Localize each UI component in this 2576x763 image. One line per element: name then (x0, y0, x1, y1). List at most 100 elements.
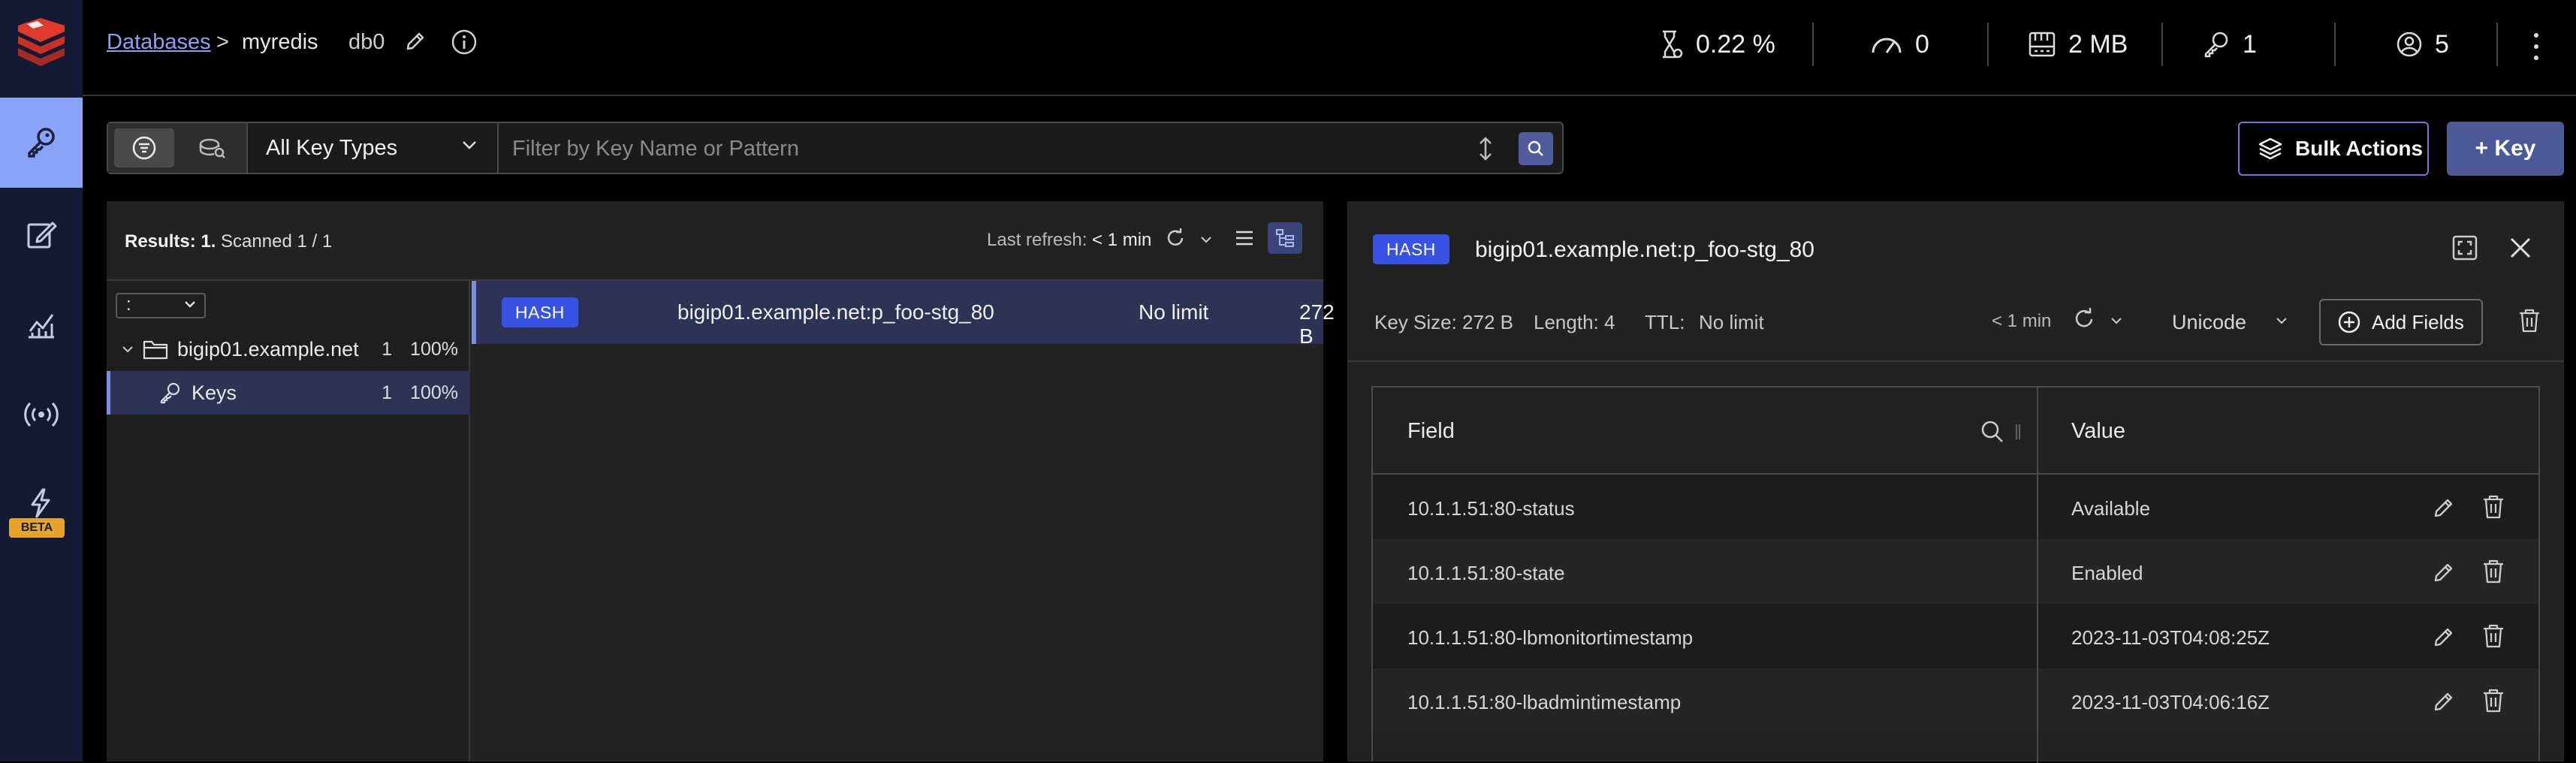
search-button[interactable] (1519, 132, 1553, 165)
redis-logo-icon (18, 18, 65, 66)
tree-folder-percent: 100% (410, 338, 458, 360)
hash-fields-table: Field Value 10.1.1.51:80-status Availabl… (1371, 386, 2540, 763)
key-list-row[interactable]: HASH bigip01.example.net:p_foo-stg_80 No… (472, 281, 1335, 348)
auto-refresh-chevron-icon[interactable] (1200, 236, 1212, 243)
filter-mode-button[interactable] (114, 128, 174, 167)
close-icon[interactable] (2508, 236, 2532, 260)
info-icon[interactable] (451, 29, 478, 56)
list-view-button[interactable] (1229, 222, 1260, 254)
tree-folder-count: 1 (382, 338, 392, 360)
detail-key-name[interactable]: bigip01.example.net:p_foo-stg_80 (1475, 237, 1814, 263)
nav-analytics[interactable] (0, 279, 83, 369)
last-refresh-value: < 1 min (1092, 230, 1152, 250)
gauge-icon (1872, 38, 1902, 53)
pubsub-icon (24, 402, 59, 427)
last-refresh-label: Last refresh: (987, 230, 1087, 250)
field-cell: 10.1.1.51:80-lbadmintimestamp (1407, 691, 1682, 713)
fullscreen-icon[interactable] (2451, 234, 2478, 261)
key-type-badge: HASH (502, 297, 578, 327)
edit-db-index-icon[interactable] (404, 30, 427, 53)
stat-cpu: 0.22 % (1658, 26, 1775, 63)
search-mode-button[interactable] (182, 128, 242, 167)
bulk-actions-button[interactable]: Bulk Actions (2238, 122, 2429, 176)
chevron-down-icon[interactable] (2276, 317, 2288, 324)
table-row[interactable]: 10.1.1.51:80-lbmonitortimestamp 2023-11-… (1373, 604, 2538, 668)
nav-pubsub[interactable] (0, 369, 83, 460)
delete-key-icon[interactable] (2517, 308, 2541, 333)
user-circle-icon (2397, 32, 2422, 57)
table-row[interactable]: 10.1.1.51:80-lbadmintimestamp 2023-11-03… (1373, 668, 2538, 733)
memory-icon (2029, 32, 2056, 57)
list-view-icon (1236, 231, 1253, 246)
edit-icon[interactable] (2432, 560, 2456, 584)
search-icon[interactable] (1980, 419, 2005, 445)
table-row[interactable]: 10.1.1.51:80-state Enabled (1373, 539, 2538, 604)
delete-icon[interactable] (2481, 623, 2505, 649)
folder-icon (143, 339, 168, 360)
value-cell: Available (2071, 497, 2151, 520)
sort-arrows-icon[interactable] (1477, 135, 1495, 162)
table-header: Field Value (1373, 388, 2538, 475)
key-ttl: No limit (1139, 300, 1209, 324)
ttl-value[interactable]: No limit (1699, 311, 1764, 334)
redis-logo[interactable] (0, 0, 83, 84)
kebab-menu-icon[interactable] (2532, 32, 2540, 62)
tree-keys-row[interactable]: Keys 1 100% (107, 371, 470, 415)
auto-refresh-chevron-icon[interactable] (2110, 317, 2122, 324)
beta-badge: BETA (9, 518, 65, 538)
value-column-header: Value (2071, 419, 2126, 443)
edit-icon[interactable] (2432, 689, 2456, 713)
key-detail-panel: HASH bigip01.example.net:p_foo-stg_80 Ke… (1347, 201, 2564, 763)
top-bar: Databases > myredis db0 0.22 % 0 2 MB 1 … (83, 0, 2576, 96)
stat-cpu-value: 0.22 % (1696, 29, 1775, 59)
tree-keys-percent: 100% (410, 382, 458, 403)
key-icon (28, 128, 55, 158)
key-icon (2204, 32, 2228, 58)
stat-memory: 2 MB (2028, 26, 2128, 63)
refresh-icon[interactable] (1164, 227, 1187, 249)
tree-view-button[interactable] (1268, 222, 1302, 254)
analytics-icon (29, 314, 54, 339)
tree-keys-label: Keys (192, 381, 237, 404)
delimiter-select[interactable]: : (116, 293, 206, 318)
ttl-label: TTL: (1645, 311, 1685, 333)
field-cell: 10.1.1.51:80-state (1407, 562, 1565, 584)
filter-bar: All Key Types (107, 122, 1564, 174)
key-type-value: All Key Types (266, 135, 398, 160)
key-name: bigip01.example.net:p_foo-stg_80 (677, 300, 994, 324)
nav-workbench[interactable] (0, 189, 83, 279)
key-tree: : bigip01.example.net 1 100% Keys 1 100% (107, 281, 470, 761)
add-fields-button[interactable]: Add Fields (2319, 299, 2483, 345)
refresh-icon[interactable] (2071, 306, 2097, 332)
chevron-down-icon (183, 300, 197, 309)
edit-icon[interactable] (2432, 496, 2456, 520)
stat-memory-value: 2 MB (2068, 29, 2128, 59)
breadcrumb-separator: > (216, 30, 229, 54)
value-cell: 2023-11-03T04:06:16Z (2071, 691, 2270, 713)
add-key-button[interactable]: + Key (2447, 122, 2564, 176)
tree-folder-row[interactable]: bigip01.example.net 1 100% (107, 327, 470, 371)
detail-type-badge: HASH (1373, 234, 1449, 264)
stat-ops: 0 (1870, 26, 1929, 63)
delete-icon[interactable] (2481, 494, 2505, 520)
key-type-select[interactable]: All Key Types (248, 123, 499, 173)
nav-browser[interactable] (0, 98, 83, 188)
vector-search-icon (199, 138, 225, 158)
column-resize-handle-icon[interactable] (2014, 422, 2022, 442)
delete-icon[interactable] (2481, 688, 2505, 713)
encoding-select[interactable]: Unicode (2172, 311, 2246, 334)
scanned-count: Scanned 1 / 1 (221, 231, 333, 252)
key-size-meta: Key Size: 272 B (1374, 311, 1513, 333)
table-row[interactable]: 10.1.1.51:80-status Available (1373, 475, 2538, 539)
layers-icon (2258, 137, 2282, 160)
key-filter-input[interactable] (511, 134, 1464, 164)
delete-icon[interactable] (2481, 559, 2505, 584)
breadcrumb-databases-link[interactable]: Databases (107, 30, 211, 55)
edit-icon[interactable] (2432, 625, 2456, 649)
stat-keys: 1 (2202, 26, 2257, 63)
triggers-icon (31, 488, 50, 518)
tree-view-icon (1276, 229, 1294, 247)
filter-icon (132, 136, 156, 160)
breadcrumb-db-name: myredis (242, 30, 318, 54)
tree-folder-name: bigip01.example.net (177, 337, 359, 360)
